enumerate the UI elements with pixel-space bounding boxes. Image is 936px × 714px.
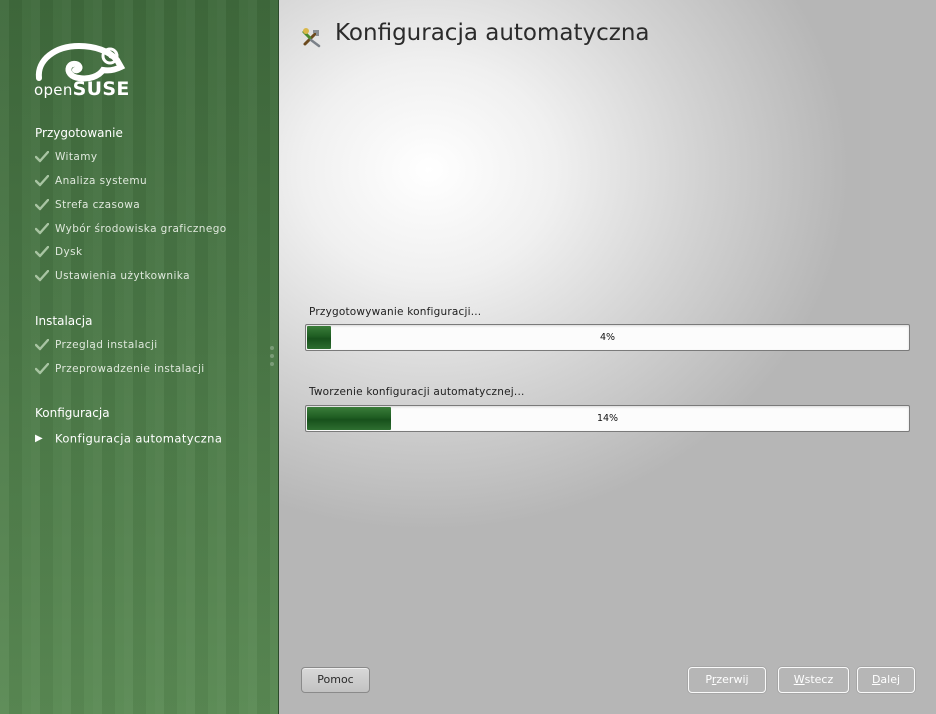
sidebar: openSUSE Przygotowanie Witamy Analiza sy…: [0, 0, 279, 714]
abort-label-post: zerwij: [716, 673, 749, 686]
check-icon: [35, 339, 49, 351]
play-arrow-icon: ▶: [35, 433, 44, 444]
progress-bar-creating: 14%: [305, 405, 910, 432]
progress-label-creating: Tworzenie konfiguracji automatycznej...: [309, 386, 525, 398]
step-label: Witamy: [55, 151, 98, 163]
resize-grip-dot[interactable]: [270, 346, 274, 350]
section-title-configuration: Konfiguracja: [35, 406, 110, 420]
section-title-preparation: Przygotowanie: [35, 126, 123, 140]
back-mnemonic: W: [793, 673, 805, 686]
progress-percent: 4%: [599, 332, 616, 343]
next-button[interactable]: Dalej: [857, 667, 915, 693]
check-icon: [35, 175, 49, 187]
step-installation-overview: Przegląd instalacji: [35, 339, 158, 355]
check-icon: [35, 223, 49, 235]
back-label-post: stecz: [804, 673, 834, 686]
step-label: Analiza systemu: [55, 175, 148, 187]
opensuse-wordmark: openSUSE: [34, 78, 130, 100]
wizard-tools-icon: [302, 28, 321, 48]
check-icon: [35, 246, 49, 258]
main-panel: Konfiguracja automatyczna Przygotowywani…: [279, 0, 936, 714]
check-icon: [35, 151, 49, 163]
progress-label-preparing: Przygotowywanie konfiguracji...: [309, 306, 482, 318]
abort-button[interactable]: Przerwij: [688, 667, 766, 693]
section-title-installation: Instalacja: [35, 314, 93, 328]
step-label: Przegląd instalacji: [55, 339, 158, 351]
step-automatic-configuration: ▶ Konfiguracja automatyczna: [35, 431, 222, 447]
step-welcome: Witamy: [35, 151, 97, 167]
resize-grip-dot[interactable]: [270, 362, 274, 366]
check-icon: [35, 199, 49, 211]
step-disk: Dysk: [35, 246, 82, 262]
step-system-analysis: Analiza systemu: [35, 175, 147, 191]
step-label: Wybór środowiska graficznego: [55, 223, 227, 235]
page-title: Konfiguracja automatyczna: [335, 20, 650, 46]
step-desktop-selection: Wybór środowiska graficznego: [35, 223, 227, 239]
brand-suse: SUSE: [72, 78, 130, 100]
step-perform-installation: Przeprowadzenie instalacji: [35, 363, 205, 379]
step-label: Strefa czasowa: [55, 199, 141, 211]
step-user-settings: Ustawienia użytkownika: [35, 270, 190, 286]
step-time-zone: Strefa czasowa: [35, 199, 140, 215]
brand-open: open: [34, 81, 73, 99]
help-button[interactable]: Pomoc: [301, 667, 370, 693]
progress-bar-preparing: 4%: [305, 324, 910, 351]
check-icon: [35, 363, 49, 375]
next-label-post: alej: [880, 673, 901, 686]
step-label: Konfiguracja automatyczna: [55, 431, 223, 446]
step-label: Ustawienia użytkownika: [55, 270, 190, 282]
progress-percent: 14%: [596, 413, 619, 424]
step-label: Przeprowadzenie instalacji: [55, 363, 205, 375]
check-icon: [35, 270, 49, 282]
step-label: Dysk: [55, 246, 83, 258]
back-button[interactable]: Wstecz: [778, 667, 849, 693]
resize-grip-dot[interactable]: [270, 354, 274, 358]
